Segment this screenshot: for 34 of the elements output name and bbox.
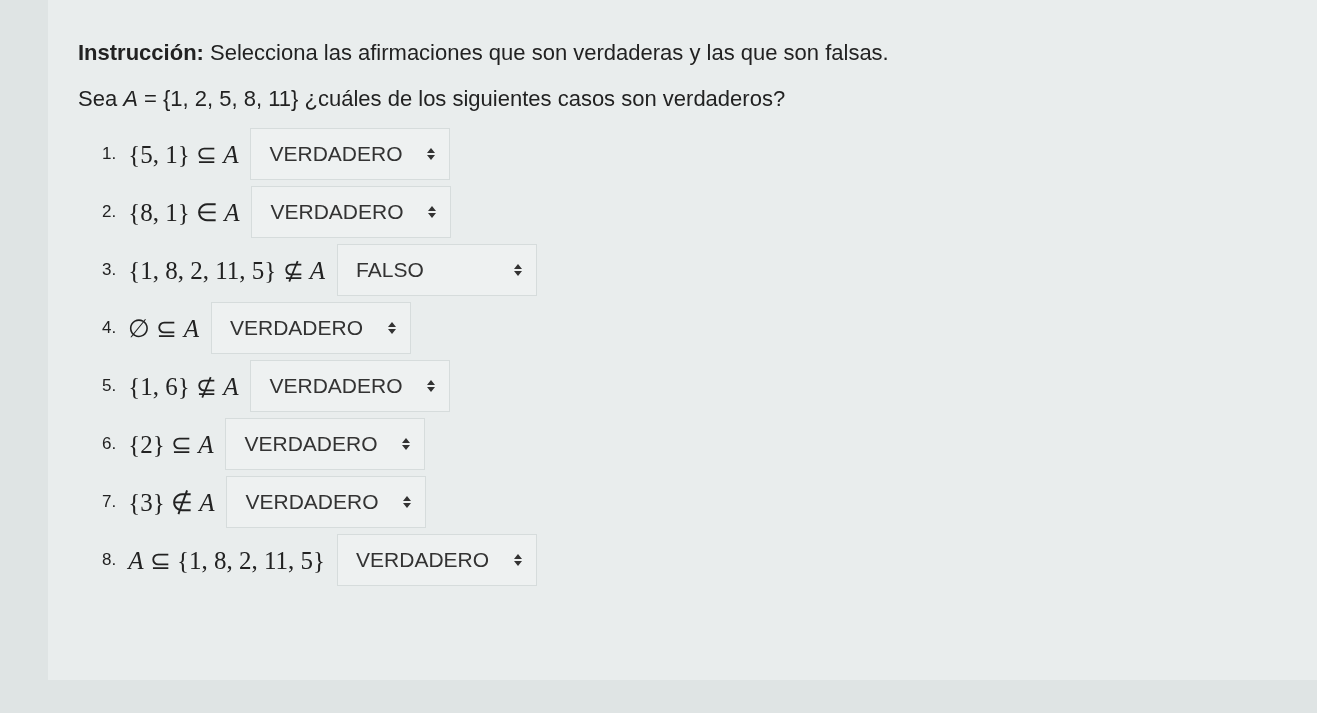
answer-dropdown[interactable]: FALSO [337, 244, 538, 296]
caret-icon [514, 553, 523, 567]
set-statement: {8, 1} ∈ A [128, 197, 240, 227]
set-statement: ∅ ⊆ A [128, 313, 199, 343]
answer-dropdown[interactable]: VERDADERO [225, 418, 426, 470]
set-statement: {1, 6} ⊈ A [128, 371, 239, 401]
answer-dropdown[interactable]: VERDADERO [210, 302, 411, 354]
item-number: 8. [102, 550, 117, 570]
set-statement: A ⊆ {1, 8, 2, 11, 5} [128, 545, 326, 575]
caret-icon [514, 263, 523, 277]
caret-icon [428, 205, 437, 219]
set-statement: {3} ∉ A [128, 487, 215, 517]
item-number: 1. [102, 144, 117, 164]
answer-dropdown[interactable]: VERDADERO [337, 534, 538, 586]
caret-icon [427, 147, 436, 161]
answer-dropdown[interactable]: VERDADERO [226, 476, 427, 528]
item-number: 5. [102, 376, 117, 396]
instruction-text: Instrucción: Selecciona las afirmaciones que son verdaderas y las que son falsas. [78, 40, 890, 66]
item-number: 3. [102, 260, 117, 280]
question-text: Sea A = {1, 2, 5, 8, 11} ¿cuáles de los siguientes casos son verdaderos? [78, 86, 787, 112]
set-statement: {2} ⊆ A [128, 429, 214, 459]
caret-icon [427, 379, 436, 393]
item-number: 2. [102, 202, 117, 222]
item-number: 6. [102, 434, 117, 454]
set-statement: {5, 1} ⊆ A [128, 139, 239, 169]
item-number: 4. [102, 318, 117, 338]
set-statement: {1, 8, 2, 11, 5} ⊈ A [128, 255, 326, 285]
caret-icon [402, 437, 411, 451]
caret-icon [387, 321, 396, 335]
answer-dropdown[interactable]: VERDADERO [250, 360, 451, 412]
answer-dropdown[interactable]: VERDADERO [251, 186, 452, 238]
answer-dropdown[interactable]: VERDADERO [250, 128, 451, 180]
item-number: 7. [102, 492, 117, 512]
caret-icon [403, 495, 412, 509]
